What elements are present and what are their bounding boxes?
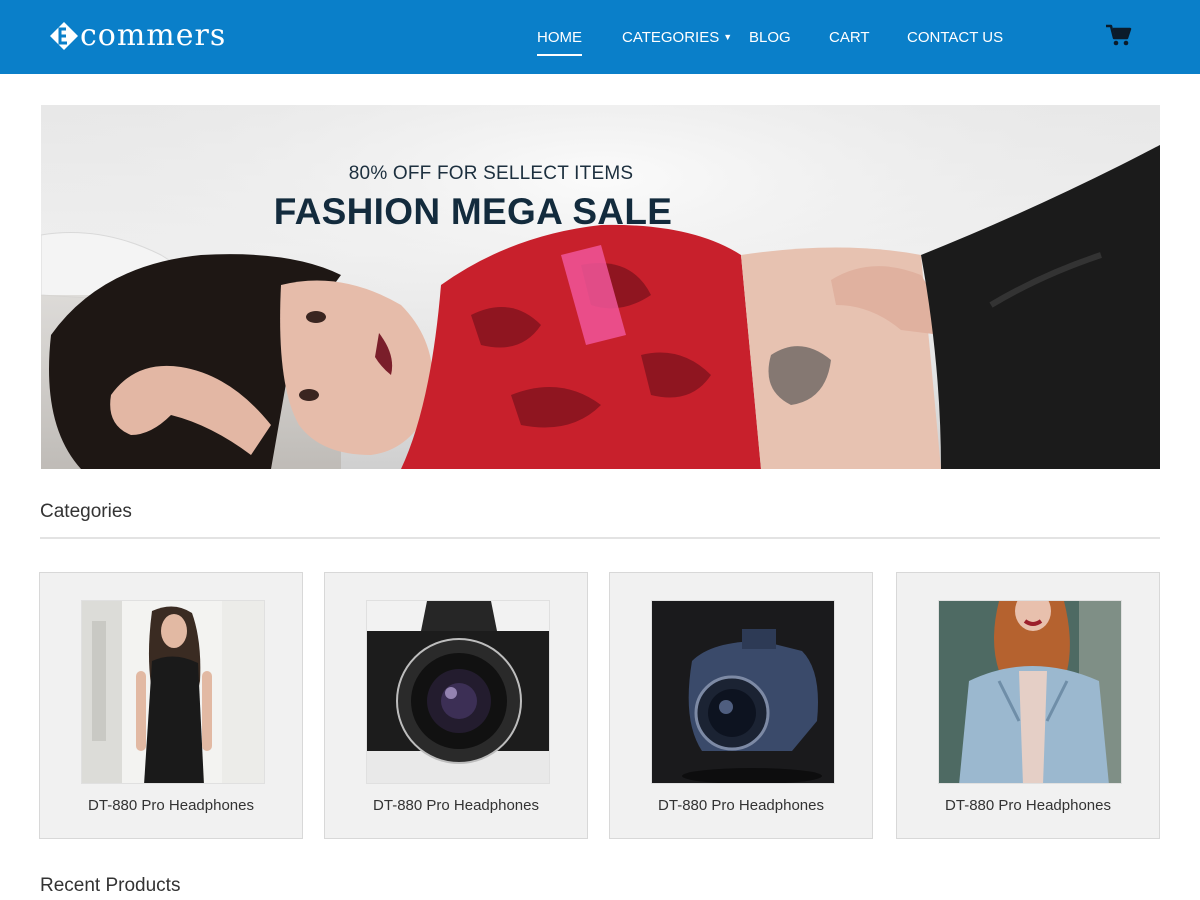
hero-subtitle: 80% OFF FOR SELLECT ITEMS [348, 163, 634, 184]
category-card[interactable]: DT-880 Pro Headphones [39, 572, 303, 839]
nav-home[interactable]: HOME [537, 29, 582, 56]
shopping-cart-icon[interactable] [1105, 23, 1133, 47]
hero-fashion-model-image [41, 105, 1160, 469]
logo-e-mark-icon [50, 22, 78, 50]
woman-denim-jacket-image [939, 601, 1121, 783]
vintage-camera-image [367, 601, 549, 783]
nav-categories[interactable]: CATEGORIES ▼ [622, 29, 732, 46]
hero-title: FASHION MEGA SALE [273, 191, 673, 232]
brand-name: commers [80, 18, 227, 53]
hero-banner[interactable]: 80% OFF FOR SELLECT ITEMS FASHION MEGA S… [41, 105, 1160, 469]
woman-black-dress-image [82, 601, 264, 783]
brand-logo[interactable]: commers [50, 16, 226, 56]
nav-cart[interactable]: CART [829, 29, 870, 46]
category-card[interactable]: DT-880 Pro Headphones [609, 572, 873, 839]
category-image [651, 600, 835, 784]
dslr-camera-image [652, 601, 834, 783]
categories-heading: Categories [40, 501, 132, 522]
category-card[interactable]: DT-880 Pro Headphones [896, 572, 1160, 839]
category-label: DT-880 Pro Headphones [373, 797, 539, 814]
nav-categories-label: CATEGORIES [622, 29, 720, 46]
category-label: DT-880 Pro Headphones [945, 797, 1111, 814]
category-card[interactable]: DT-880 Pro Headphones [324, 572, 588, 839]
category-image [81, 600, 265, 784]
caret-down-icon: ▼ [723, 32, 733, 42]
top-navigation-bar: commers HOME CATEGORIES ▼ BLOG CART CONTA… [0, 0, 1200, 74]
category-label: DT-880 Pro Headphones [658, 797, 824, 814]
section-divider [40, 537, 1160, 539]
category-label: DT-880 Pro Headphones [88, 797, 254, 814]
recent-products-heading: Recent Products [40, 875, 181, 896]
category-image [366, 600, 550, 784]
nav-blog[interactable]: BLOG [749, 29, 791, 46]
nav-contact-us[interactable]: CONTACT US [907, 29, 1003, 46]
category-image [938, 600, 1122, 784]
